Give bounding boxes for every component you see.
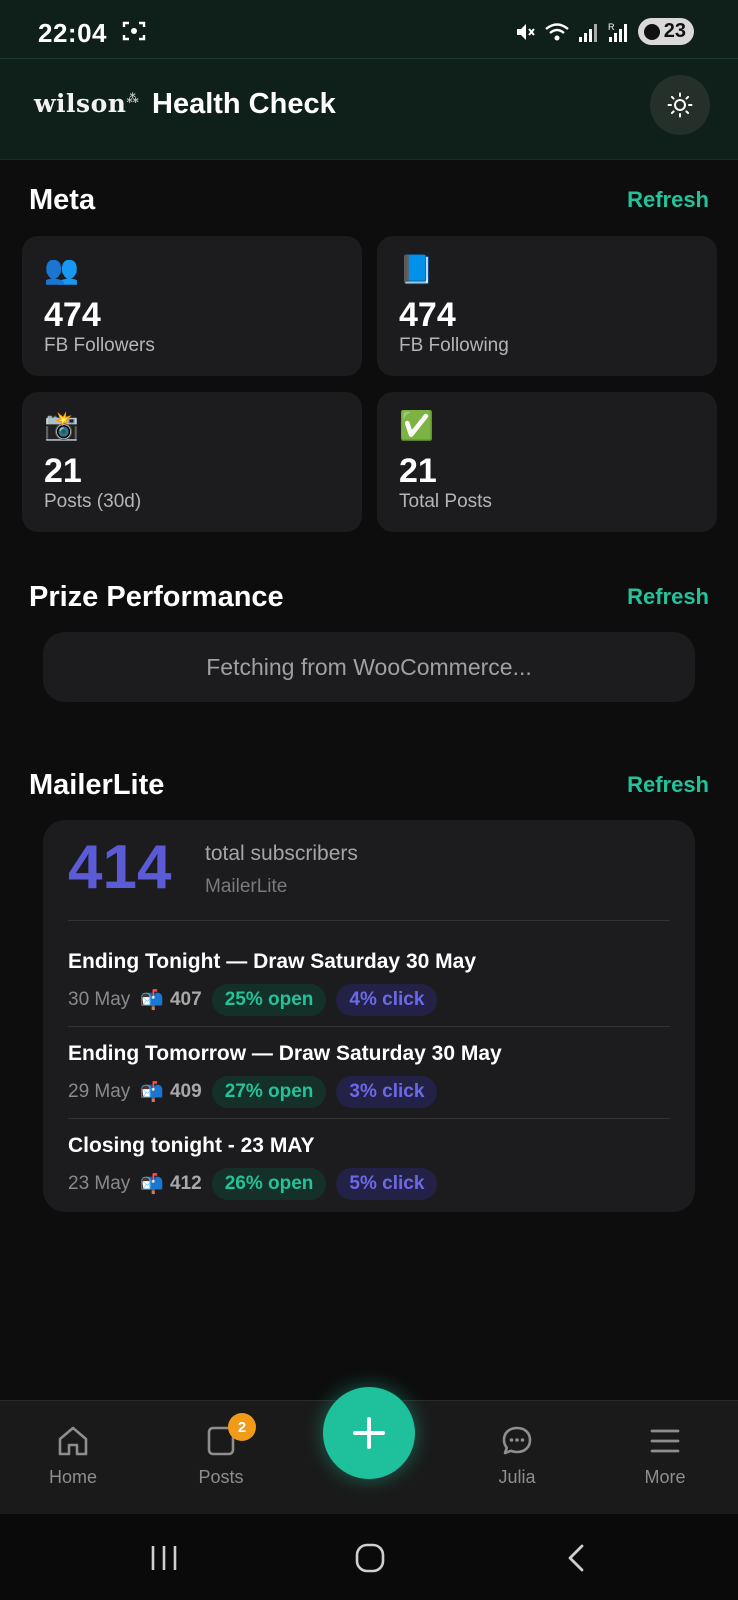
subscriber-count: 414 bbox=[68, 833, 172, 902]
sun-icon bbox=[667, 92, 693, 118]
menu-icon bbox=[650, 1429, 680, 1453]
campaign-sent-count: 407 bbox=[169, 989, 202, 1010]
home-icon bbox=[58, 1426, 88, 1456]
campaign-sent-count: 412 bbox=[169, 1173, 202, 1194]
nav-home-label: Home bbox=[48, 1467, 97, 1487]
stat-label: Posts (30d) bbox=[44, 491, 142, 512]
camera-icon: 📸 bbox=[44, 410, 79, 441]
nav-julia-label: Julia bbox=[498, 1467, 536, 1487]
logo-text: wilson bbox=[34, 89, 127, 118]
home-system-button[interactable] bbox=[354, 1538, 386, 1578]
nav-posts[interactable]: 2 Posts bbox=[166, 1413, 276, 1488]
theme-toggle-button[interactable] bbox=[650, 75, 710, 135]
meta-refresh-button[interactable]: Refresh bbox=[627, 187, 709, 213]
mailerlite-card: 414 total subscribers MailerLite Ending … bbox=[43, 820, 695, 1212]
campaign-name: Closing tonight - 23 MAY bbox=[68, 1134, 315, 1157]
stat-label: FB Following bbox=[399, 335, 509, 356]
campaign-name: Ending Tonight — Draw Saturday 30 May bbox=[68, 950, 476, 973]
nav-more-label: More bbox=[644, 1467, 686, 1487]
campaign-sent-count: 409 bbox=[169, 1081, 202, 1102]
mailbox-icon: 📬 bbox=[140, 1174, 164, 1195]
prize-loading-status: Fetching from WooCommerce... bbox=[43, 632, 695, 702]
campaign-date: 23 May bbox=[68, 1173, 131, 1194]
wifi-icon bbox=[544, 22, 569, 40]
back-button[interactable] bbox=[564, 1538, 588, 1578]
posts-count-badge: 2 bbox=[228, 1413, 256, 1441]
stat-value: 21 bbox=[44, 452, 82, 490]
mute-icon bbox=[516, 23, 535, 40]
mailerlite-section-header: MailerLite Refresh bbox=[29, 769, 709, 809]
plus-icon bbox=[353, 1417, 385, 1449]
nav-julia[interactable]: Julia bbox=[462, 1421, 572, 1488]
wilson-logo: wilson⁂ bbox=[34, 89, 140, 118]
click-rate-badge: 3% click bbox=[336, 1076, 438, 1108]
stat-value: 21 bbox=[399, 452, 437, 490]
prize-refresh-button[interactable]: Refresh bbox=[627, 584, 709, 610]
chat-icon bbox=[502, 1426, 532, 1455]
followers-icon: 👥 bbox=[44, 254, 79, 285]
status-bar: 22:04 R 23 bbox=[0, 0, 738, 58]
meta-section-header: Meta Refresh bbox=[29, 184, 709, 224]
divider bbox=[68, 920, 670, 921]
battery-level: 23 bbox=[663, 20, 686, 42]
battery-indicator: 23 bbox=[637, 18, 694, 45]
open-rate-badge: 26% open bbox=[211, 1168, 327, 1200]
prize-section-header: Prize Performance Refresh bbox=[29, 581, 709, 621]
meta-title: Meta bbox=[29, 184, 96, 216]
system-navigation-bar bbox=[0, 1514, 738, 1600]
campaign-row[interactable]: Ending Tomorrow — Draw Saturday 30 May 2… bbox=[68, 1042, 670, 1108]
screenshot-icon bbox=[122, 21, 146, 41]
signal-icon bbox=[578, 23, 597, 42]
divider bbox=[68, 1118, 670, 1119]
mailbox-icon: 📬 bbox=[140, 1082, 164, 1103]
stat-label: FB Followers bbox=[44, 335, 155, 356]
recent-apps-icon bbox=[151, 1546, 177, 1570]
nav-more[interactable]: More bbox=[610, 1421, 720, 1488]
subscriber-label: total subscribers bbox=[205, 842, 358, 865]
click-rate-badge: 4% click bbox=[336, 984, 438, 1016]
signal-roaming-icon: R bbox=[608, 22, 627, 42]
open-rate-badge: 25% open bbox=[211, 984, 327, 1016]
status-time: 22:04 bbox=[38, 18, 107, 48]
stat-value: 474 bbox=[399, 296, 456, 334]
app-header: wilson⁂ Health Check bbox=[0, 58, 738, 160]
mailerlite-title: MailerLite bbox=[29, 769, 165, 801]
campaign-name: Ending Tomorrow — Draw Saturday 30 May bbox=[68, 1042, 502, 1065]
divider bbox=[68, 1026, 670, 1027]
stat-value: 474 bbox=[44, 296, 101, 334]
battery-saver-icon bbox=[643, 23, 660, 40]
click-rate-badge: 5% click bbox=[336, 1168, 438, 1200]
provider-label: MailerLite bbox=[205, 876, 288, 897]
recent-apps-button[interactable] bbox=[148, 1538, 180, 1578]
stat-card-fb-following: 📘 474 FB Following bbox=[377, 236, 717, 376]
stat-card-fb-followers: 👥 474 FB Followers bbox=[22, 236, 362, 376]
mailbox-icon: 📬 bbox=[140, 990, 164, 1011]
open-rate-badge: 27% open bbox=[211, 1076, 327, 1108]
campaign-date: 29 May bbox=[68, 1081, 131, 1102]
svg-text:R: R bbox=[608, 22, 615, 32]
home-circle-icon bbox=[355, 1543, 385, 1573]
mailerlite-refresh-button[interactable]: Refresh bbox=[627, 772, 709, 798]
checkmark-icon: ✅ bbox=[399, 410, 434, 441]
stat-label: Total Posts bbox=[399, 491, 492, 512]
page-title: Health Check bbox=[152, 88, 336, 120]
nav-posts-label: Posts bbox=[198, 1467, 244, 1487]
nav-home[interactable]: Home bbox=[18, 1421, 128, 1488]
back-icon bbox=[568, 1544, 584, 1572]
prize-title: Prize Performance bbox=[29, 581, 284, 613]
create-post-button[interactable] bbox=[323, 1387, 415, 1479]
campaign-row[interactable]: Ending Tonight — Draw Saturday 30 May 30… bbox=[68, 950, 670, 1016]
campaign-row[interactable]: Closing tonight - 23 MAY 23 May 📬 412 26… bbox=[68, 1134, 670, 1200]
campaign-date: 30 May bbox=[68, 989, 131, 1010]
stat-card-posts-30d: 📸 21 Posts (30d) bbox=[22, 392, 362, 532]
stat-card-total-posts: ✅ 21 Total Posts bbox=[377, 392, 717, 532]
book-icon: 📘 bbox=[399, 254, 434, 285]
